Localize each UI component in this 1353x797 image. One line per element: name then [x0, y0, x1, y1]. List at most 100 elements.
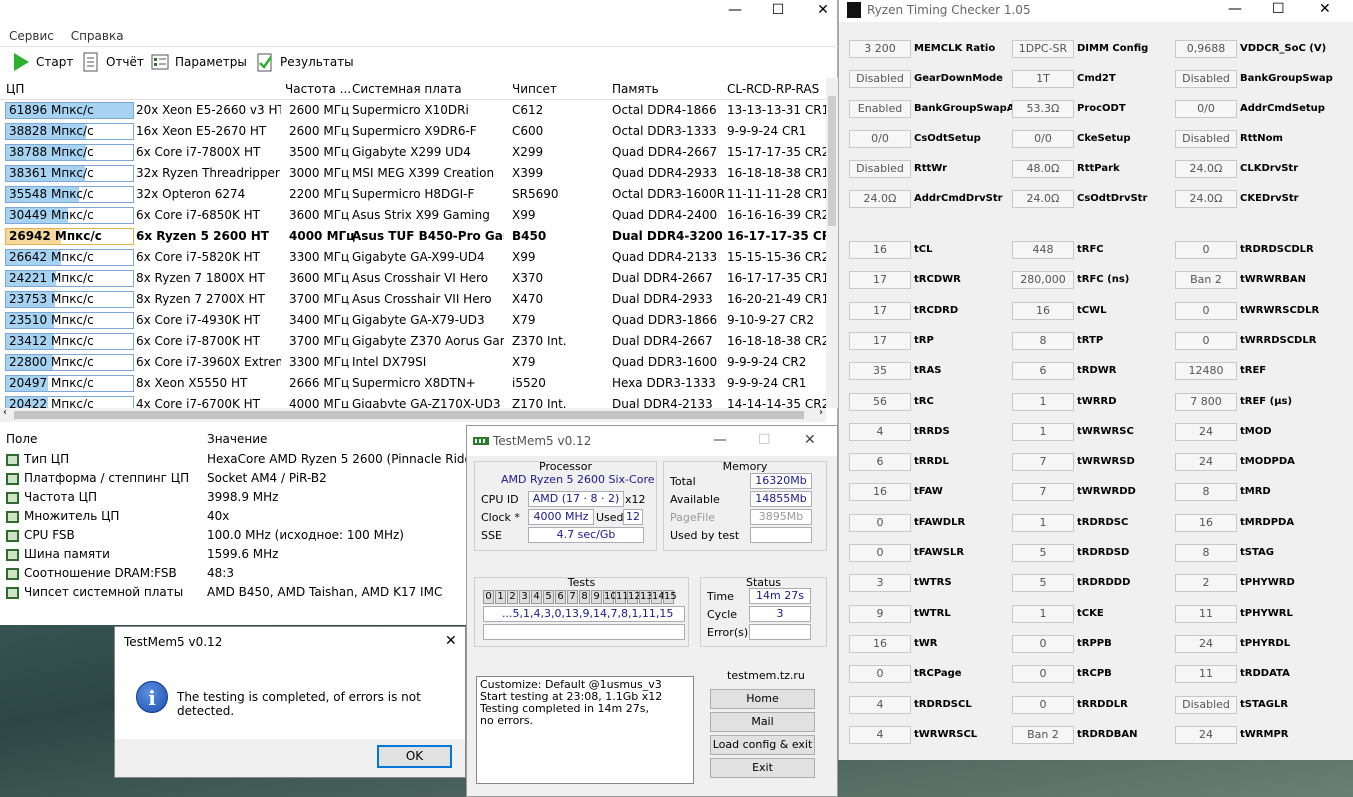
- horizontal-scrollbar[interactable]: ‹ ›: [0, 407, 826, 422]
- score-bar: 35548 Мпкс/с: [5, 186, 134, 203]
- start-button[interactable]: Старт: [12, 51, 73, 73]
- rtc-value-box: Ban 2: [1012, 725, 1074, 744]
- table-row[interactable]: 38828 Мпкс/с 16x Xeon E5-2670 HT 2600 МГц S…: [0, 121, 826, 142]
- table-row[interactable]: 20422 Мпкс/с 4x Core i7-6700K HT 4000 МГц G…: [0, 394, 826, 408]
- rtc-label: DIMM Config: [1077, 43, 1149, 54]
- rtc-value-box: 8: [1012, 331, 1074, 350]
- rtc-label: tSTAGLR: [1240, 698, 1289, 710]
- memory-cell: Quad DDR4-2133: [612, 250, 718, 264]
- details-row[interactable]: Чипсет системной платы AMD B450, AMD Tais…: [0, 583, 466, 602]
- report-button[interactable]: Отчёт: [82, 51, 144, 73]
- time-label: Time: [707, 590, 734, 603]
- results-button[interactable]: Результаты: [256, 51, 354, 73]
- minimize-icon[interactable]: —: [712, 0, 758, 22]
- mail-button[interactable]: Mail: [710, 712, 815, 732]
- test-log: Customize: Default @1usmus_v3 Start test…: [476, 676, 694, 784]
- rtc-label: GearDownMode: [914, 73, 1003, 84]
- exit-button[interactable]: Exit: [710, 758, 815, 778]
- site-label[interactable]: testmem.tz.ru: [727, 669, 805, 682]
- menu-service[interactable]: Сервис: [9, 26, 54, 46]
- score-value: 38788 Мпкс/с: [9, 145, 94, 159]
- scroll-right-icon[interactable]: ›: [819, 407, 823, 418]
- rtc-value-box: 48.0Ω: [1012, 160, 1074, 178]
- col-chipset[interactable]: Чипсет: [512, 82, 557, 96]
- table-row[interactable]: 22800 Мпкс/с 6x Core i7-3960X Extrem... 33…: [0, 352, 826, 373]
- rtc-value-box: 5: [1012, 544, 1074, 562]
- chipset-cell: SR5690: [512, 187, 559, 201]
- rtc-label: VDDCR_SoC (V): [1240, 43, 1327, 54]
- details-row[interactable]: Частота ЦП 3998.9 MHz: [0, 488, 466, 507]
- available-field: 14855Mb: [750, 491, 812, 507]
- close-icon[interactable]: ✕: [445, 633, 457, 649]
- freq-cell: 3000 МГц: [289, 166, 350, 180]
- details-row[interactable]: Платформа / степпинг ЦП Socket AM4 / PiR-…: [0, 469, 466, 488]
- details-row[interactable]: Соотношение DRAM:FSB 48:3: [0, 564, 466, 583]
- table-row[interactable]: 20497 Мпкс/с 8x Xeon X5550 HT 2666 МГц Supe…: [0, 373, 826, 394]
- maximize-icon[interactable]: ☐: [755, 0, 801, 22]
- table-row[interactable]: 38361 Мпкс/с 32x Ryzen Threadripper ... 30…: [0, 163, 826, 184]
- rtc-value-box: 1: [1012, 604, 1074, 623]
- score-bar: 38788 Мпкс/с: [5, 144, 134, 161]
- details-row[interactable]: CPU FSB 100.0 MHz (исходное: 100 MHz): [0, 526, 466, 545]
- maximize-icon[interactable]: ☐: [758, 432, 771, 448]
- board-cell: Gigabyte Z370 Aorus Gam...: [352, 334, 504, 348]
- table-row[interactable]: 61896 Мпкс/с 20x Xeon E5-2660 v3 HT 2600 М…: [0, 100, 826, 121]
- rtc-value-box: 0: [849, 665, 911, 684]
- details-row[interactable]: Шина памяти 1599.6 MHz: [0, 545, 466, 564]
- table-row[interactable]: 23412 Мпкс/с 6x Core i7-8700K HT 3700 МГц G…: [0, 331, 826, 352]
- memory-cell: Octal DDR4-1866: [612, 103, 717, 117]
- table-row[interactable]: 35548 Мпкс/с 32x Opteron 6274 2200 МГц Supe…: [0, 184, 826, 205]
- scroll-thumb[interactable]: [828, 96, 836, 226]
- rtc-label: tREF: [1240, 365, 1267, 377]
- timing-cell: 14-14-14-35 CR2: [727, 397, 826, 408]
- scroll-left-icon[interactable]: ‹: [3, 407, 7, 418]
- home-button[interactable]: Home: [710, 689, 815, 709]
- table-row[interactable]: 24221 Мпкс/с 8x Ryzen 7 1800X HT 3600 МГц A…: [0, 268, 826, 289]
- col-timings[interactable]: CL-RCD-RP-RAS: [727, 82, 819, 96]
- parameters-button[interactable]: Параметры: [151, 51, 247, 73]
- scroll-thumb[interactable]: [14, 411, 804, 419]
- details-row[interactable]: Множитель ЦП 40x: [0, 507, 466, 526]
- table-row[interactable]: 23510 Мпкс/с 6x Core i7-4930K HT 3400 МГц G…: [0, 310, 826, 331]
- vertical-scrollbar[interactable]: [826, 78, 838, 408]
- minimize-icon[interactable]: —: [713, 432, 727, 448]
- minimize-icon[interactable]: —: [1228, 1, 1242, 17]
- board-cell: Gigabyte X299 UD4: [352, 145, 471, 159]
- maximize-icon[interactable]: ☐: [1272, 1, 1285, 17]
- col-memory[interactable]: Память: [612, 82, 659, 96]
- chipset-cell: X470: [512, 292, 544, 306]
- ok-button[interactable]: OK: [377, 745, 452, 768]
- rtc-label: tWRWRSCL: [914, 728, 978, 740]
- test-cell: 2: [507, 590, 518, 604]
- table-row[interactable]: 26642 Мпкс/с 6x Core i7-5820K HT 3300 МГц G…: [0, 247, 826, 268]
- close-icon[interactable]: ✕: [804, 432, 816, 448]
- log-line: no errors.: [480, 714, 534, 727]
- total-label: Total: [670, 475, 696, 488]
- usedbytest-field: [750, 527, 812, 543]
- menu-help[interactable]: Справка: [71, 26, 124, 46]
- rtc-value-box: 1: [1012, 392, 1074, 411]
- table-row[interactable]: 26942 Мпкс/с 6x Ryzen 5 2600 HT 4000 МГц As…: [0, 226, 826, 247]
- rtc-value-box: 8: [1175, 544, 1237, 562]
- col-board[interactable]: Системная плата: [352, 82, 462, 96]
- table-row[interactable]: 38788 Мпкс/с 6x Core i7-7800X HT 3500 МГц G…: [0, 142, 826, 163]
- score-value: 20497 Мпкс/с: [9, 376, 94, 390]
- table-row[interactable]: 23753 Мпкс/с 8x Ryzen 7 2700X HT 3700 МГц A…: [0, 289, 826, 310]
- details-row[interactable]: Тип ЦП HexaCore AMD Ryzen 5 2600 (Pinnacl…: [0, 450, 484, 469]
- rtc-label: tWRWRSC: [1077, 425, 1134, 437]
- score-value: 22800 Мпкс/с: [9, 355, 94, 369]
- rtc-label: tRDRDDD: [1077, 577, 1131, 589]
- col-value[interactable]: Значение: [207, 432, 267, 446]
- score-bar: 30449 Мпкс/с: [5, 207, 134, 224]
- col-field[interactable]: Поле: [6, 432, 37, 446]
- rtc-label: tMODPDA: [1240, 456, 1295, 468]
- play-icon: [14, 53, 29, 71]
- rtc-label: BankGroupSwap: [1240, 73, 1333, 84]
- rtc-value-box: Disabled: [1175, 695, 1237, 714]
- table-row[interactable]: 30449 Мпкс/с 6x Core i7-6850K HT 3600 МГц A…: [0, 205, 826, 226]
- score-bar: 22800 Мпкс/с: [5, 354, 134, 371]
- col-cpu[interactable]: ЦП: [6, 82, 24, 96]
- col-freq[interactable]: Частота ...: [285, 82, 351, 96]
- load-config-button[interactable]: Load config & exit: [710, 735, 815, 755]
- close-icon[interactable]: ✕: [1319, 1, 1331, 17]
